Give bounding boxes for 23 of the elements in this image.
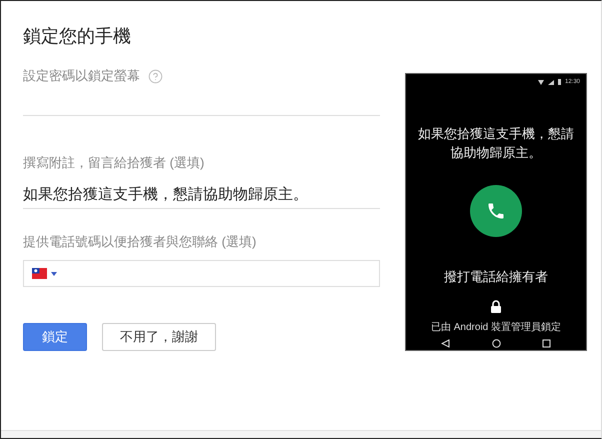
- country-select-button[interactable]: [32, 268, 57, 279]
- phone-icon: [486, 201, 506, 221]
- lock-message: 如果您拾獲這支手機，懇請協助物歸原主。: [417, 125, 575, 162]
- recents-icon[interactable]: [542, 339, 551, 348]
- wifi-icon: [538, 80, 544, 84]
- lock-notice: 已由 Android 裝置管理員鎖定: [430, 320, 562, 334]
- call-button[interactable]: [470, 185, 522, 237]
- field-label: 撰寫附註，留言給拾獲者 (選填): [23, 154, 204, 172]
- decline-button[interactable]: 不用了，謝謝: [102, 323, 216, 351]
- lock-button[interactable]: 鎖定: [23, 323, 87, 351]
- dialog-title: 鎖定您的手機: [23, 25, 132, 48]
- lock-icon: [491, 300, 501, 313]
- home-icon[interactable]: [492, 339, 500, 348]
- field-label: 設定密碼以鎖定螢幕: [23, 67, 140, 85]
- battery-icon: [558, 79, 561, 85]
- caret-icon: [51, 272, 57, 276]
- phone-field[interactable]: [23, 260, 380, 287]
- note-field[interactable]: 如果您拾獲這支手機，懇請協助物歸原主。: [23, 180, 380, 209]
- field-label: 提供電話號碼以便拾獲者與您聯絡 (選填): [23, 233, 256, 251]
- back-icon[interactable]: [441, 339, 450, 348]
- flag-icon: [32, 268, 47, 279]
- signal-icon: [548, 80, 554, 84]
- call-owner-label: 撥打電話給擁有者: [444, 268, 548, 286]
